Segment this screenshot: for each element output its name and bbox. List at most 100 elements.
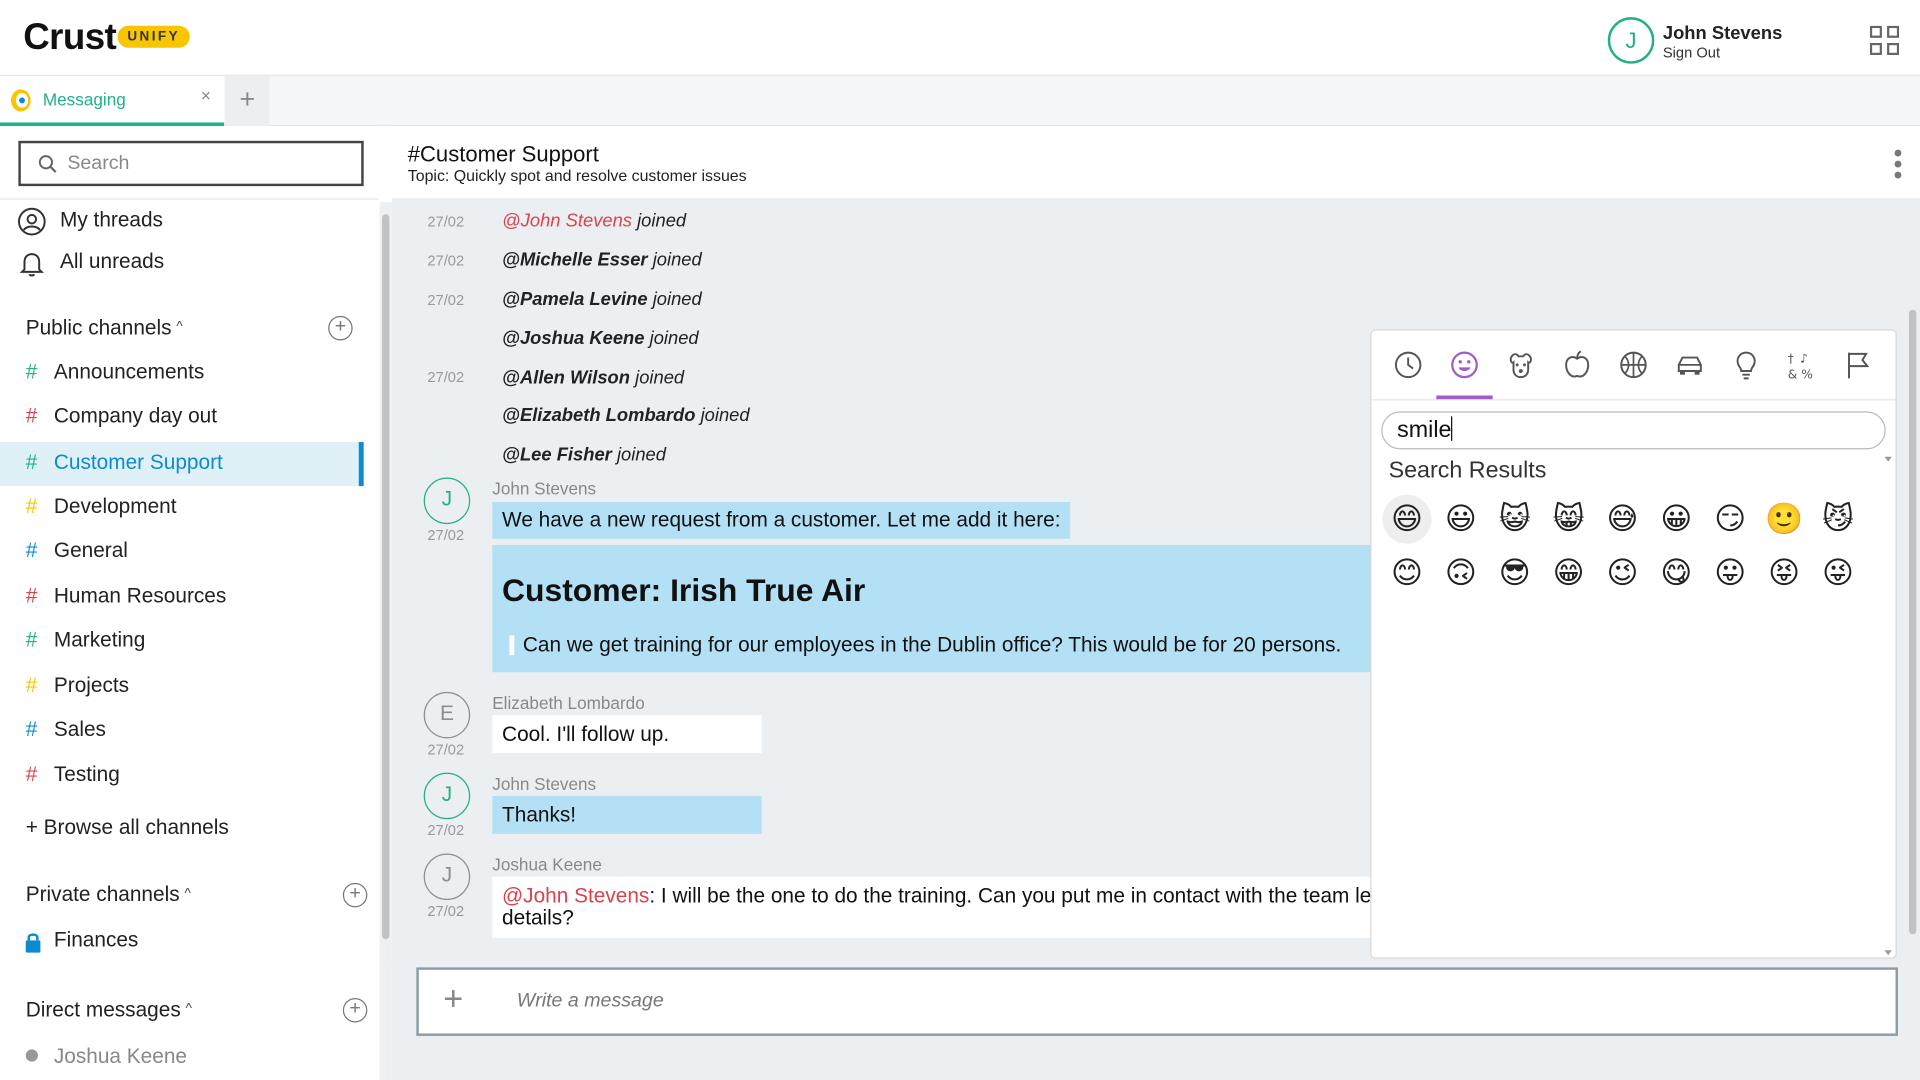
user-mention[interactable]: @Pamela Levine	[502, 289, 648, 310]
svg-text:†: †	[1788, 351, 1794, 365]
messages-scrollbar[interactable]	[1905, 199, 1920, 965]
tab-bar: Messaging × +	[0, 75, 1920, 127]
emoji-result[interactable]: 😊	[1382, 549, 1431, 598]
system-message: @Michelle Esser joined	[502, 250, 702, 271]
message-input[interactable]: + Write a message	[416, 967, 1898, 1036]
emoji-result[interactable]: 😋	[1652, 549, 1701, 598]
user-mention[interactable]: @Elizabeth Lombardo	[502, 405, 695, 426]
emoji-result[interactable]: 😛	[1706, 549, 1755, 598]
user-mention[interactable]: @Lee Fisher	[502, 444, 612, 465]
emoji-result[interactable]: 😃	[1436, 495, 1485, 544]
sidebar-item-channel[interactable]: # Company day out	[0, 396, 364, 440]
tab-messaging[interactable]: Messaging ×	[0, 75, 225, 127]
channel-topic: Topic: Quickly spot and resolve customer…	[407, 166, 747, 185]
add-direct-message-button[interactable]: +	[342, 997, 368, 1023]
message-author[interactable]: John Stevens	[492, 479, 596, 499]
scrollbar-thumb[interactable]	[1908, 309, 1917, 935]
sidebar-item-private-channel[interactable]: Finances	[0, 920, 364, 964]
sidebar-item-channel-active[interactable]: # Customer Support	[0, 442, 364, 487]
browse-all-channels-link[interactable]: + Browse all channels	[26, 816, 229, 840]
messaging-app-icon	[11, 89, 31, 112]
avatar[interactable]: J	[423, 477, 471, 525]
emoji-result[interactable]: 😺	[1490, 495, 1539, 544]
add-attachment-button[interactable]: +	[443, 980, 463, 1019]
recent-icon[interactable]	[1391, 348, 1425, 382]
emoji-result[interactable]: 😸	[1544, 495, 1593, 544]
car-icon[interactable]	[1673, 348, 1707, 382]
emoji-picker: † ♪ & % smile Search Results 😄 😃 😺 😸 😅 😀…	[1370, 329, 1897, 959]
tab-close-icon[interactable]: ×	[201, 86, 211, 106]
message-date: 27/02	[427, 368, 465, 386]
symbols-icon[interactable]: † ♪ & %	[1785, 348, 1819, 382]
avatar[interactable]: J	[423, 772, 471, 820]
section-title: Direct messages	[25, 997, 181, 1022]
sports-icon[interactable]	[1616, 348, 1650, 382]
emoji-result[interactable]: 😄	[1382, 494, 1432, 544]
message-date: 27/02	[427, 821, 465, 839]
message-author[interactable]: John Stevens	[492, 774, 596, 794]
flag-icon[interactable]	[1842, 348, 1876, 382]
user-mention[interactable]: @John Stevens	[502, 211, 632, 232]
user-mention[interactable]: @Allen Wilson	[502, 367, 630, 388]
emoji-result[interactable]: 😝	[1760, 549, 1809, 598]
emoji-result[interactable]: 😜	[1813, 549, 1862, 598]
emoji-result[interactable]: 😏	[1706, 495, 1755, 544]
emoji-result[interactable]: 😎	[1490, 549, 1539, 598]
sidebar-item-channel[interactable]: # General	[0, 530, 364, 574]
more-options-icon[interactable]	[1893, 148, 1903, 180]
message-date: 27/02	[427, 252, 465, 270]
sidebar-search-input[interactable]: Search	[18, 140, 364, 187]
animal-icon[interactable]	[1504, 348, 1538, 382]
direct-messages-header[interactable]: Direct messages ^	[26, 998, 192, 1022]
message-date: 27/02	[427, 291, 465, 309]
emoji-result[interactable]: 🙃	[1436, 549, 1485, 598]
message-date: 27/02	[427, 740, 465, 758]
public-channels-header[interactable]: Public channels ^	[26, 316, 183, 340]
emoji-result[interactable]: 😼	[1813, 495, 1862, 544]
message-author[interactable]: Elizabeth Lombardo	[492, 693, 644, 713]
user-avatar[interactable]: J	[1607, 17, 1655, 64]
user-mention[interactable]: @Michelle Esser	[502, 250, 648, 271]
emoji-result[interactable]: 😁	[1544, 549, 1593, 598]
top-bar: Crust UNIFY J John Stevens Sign Out	[0, 0, 1920, 76]
food-icon[interactable]	[1560, 348, 1594, 382]
emoji-result[interactable]: 😀	[1652, 495, 1701, 544]
sidebar-scrollbar[interactable]	[379, 202, 392, 1080]
avatar[interactable]: J	[423, 853, 471, 901]
sidebar-item-channel[interactable]: # Human Resources	[0, 576, 364, 620]
add-public-channel-button[interactable]: +	[328, 315, 353, 341]
picker-scrollbar[interactable]	[1881, 453, 1896, 957]
user-circle-icon	[18, 207, 46, 236]
lightbulb-icon[interactable]	[1729, 348, 1763, 382]
sidebar-item-all-unreads[interactable]: All unreads	[0, 241, 367, 285]
sidebar-item-my-threads[interactable]: My threads	[0, 200, 367, 244]
emoji-search-input[interactable]: smile	[1381, 411, 1886, 450]
sidebar-item-channel[interactable]: # Marketing	[0, 620, 364, 664]
message-text-body: : I will be the one to do the training. …	[649, 884, 1372, 908]
sidebar-item-channel[interactable]: # Projects	[0, 665, 364, 709]
sign-out-link[interactable]: Sign Out	[1663, 44, 1720, 61]
scrollbar-thumb[interactable]	[382, 214, 390, 940]
sidebar-item-channel[interactable]: # Development	[0, 486, 364, 530]
avatar[interactable]: E	[423, 691, 471, 739]
add-tab-button[interactable]: +	[225, 75, 270, 127]
user-name: John Stevens	[1662, 23, 1783, 45]
system-action: joined	[652, 288, 702, 310]
user-mention[interactable]: @Joshua Keene	[502, 328, 644, 349]
sidebar-item-channel[interactable]: # Sales	[0, 709, 364, 753]
sidebar-item-channel[interactable]: # Announcements	[0, 351, 364, 395]
add-private-channel-button[interactable]: +	[342, 882, 368, 908]
sidebar-item-channel[interactable]: # Testing	[0, 754, 364, 798]
channel-name: Finances	[53, 928, 139, 952]
emoji-result[interactable]: 🙂	[1760, 495, 1809, 544]
emoji-result[interactable]: 😅	[1598, 495, 1647, 544]
message-text: We have a new request from a customer. L…	[492, 502, 1071, 539]
user-mention[interactable]: @John Stevens	[502, 884, 649, 907]
message-author[interactable]: Joshua Keene	[492, 855, 602, 875]
app-grid-icon[interactable]	[1869, 25, 1900, 55]
smiley-icon[interactable]	[1447, 348, 1481, 382]
message-text: Cool. I'll follow up.	[492, 715, 762, 754]
sidebar-item-dm[interactable]: Joshua Keene	[54, 1044, 187, 1068]
emoji-result[interactable]: 😉	[1598, 549, 1647, 598]
private-channels-header[interactable]: Private channels ^	[26, 883, 191, 907]
